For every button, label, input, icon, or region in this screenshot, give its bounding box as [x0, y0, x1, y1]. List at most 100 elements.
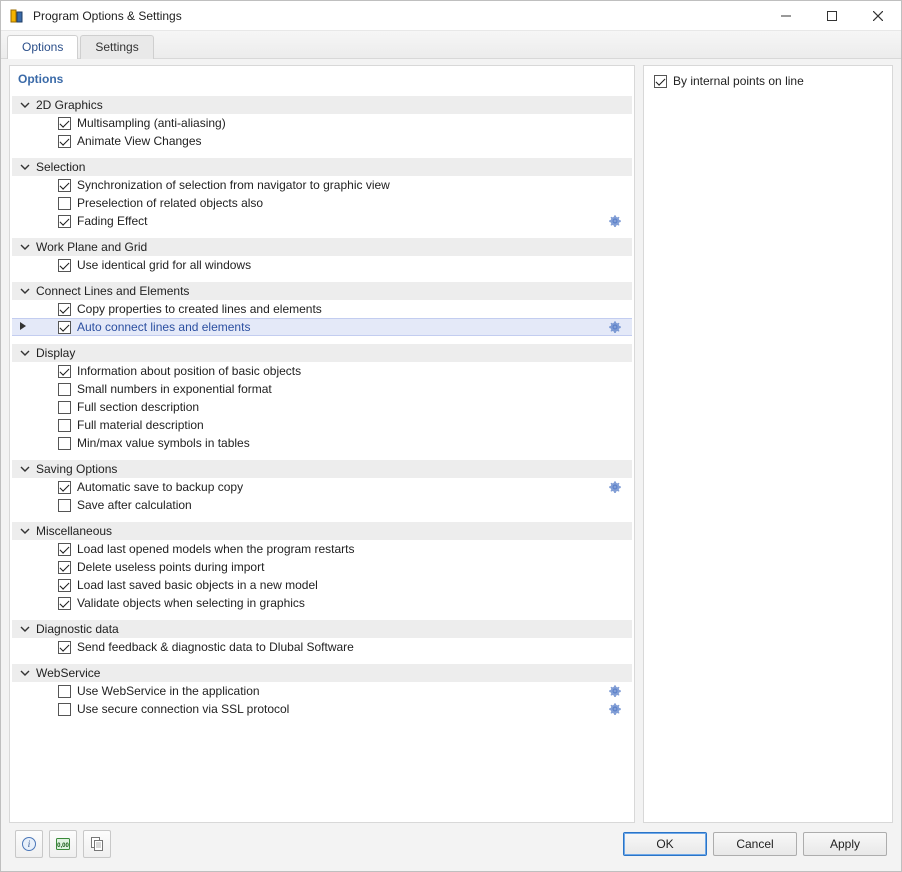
checkbox-auto-connect[interactable]: [58, 321, 71, 334]
by-internal-points-label: By internal points on line: [673, 74, 804, 88]
checkbox-multisampling[interactable]: [58, 117, 71, 130]
group-label: Saving Options: [36, 462, 117, 476]
group-label: Connect Lines and Elements: [36, 284, 189, 298]
chevron-down-icon: [18, 240, 32, 254]
option-row-full-section[interactable]: Full section description: [12, 398, 632, 416]
minimize-button[interactable]: [763, 1, 809, 31]
checkbox-send-feedback[interactable]: [58, 641, 71, 654]
gear-icon[interactable]: [608, 684, 622, 698]
option-row-validate-objects[interactable]: Validate objects when selecting in graph…: [12, 594, 632, 612]
option-label: Delete useless points during import: [77, 560, 628, 574]
option-row-use-ssl[interactable]: Use secure connection via SSL protocol: [12, 700, 632, 718]
bottom-bar: i 0,00 OK Cancel Apply: [9, 823, 893, 865]
checkbox-info-position[interactable]: [58, 365, 71, 378]
gear-icon[interactable]: [608, 320, 622, 334]
option-label: Full section description: [77, 400, 628, 414]
help-button[interactable]: i: [15, 830, 43, 858]
ok-button[interactable]: OK: [623, 832, 707, 856]
option-row-sync-selection[interactable]: Synchronization of selection from naviga…: [12, 176, 632, 194]
option-row-small-numbers[interactable]: Small numbers in exponential format: [12, 380, 632, 398]
checkbox-auto-backup[interactable]: [58, 481, 71, 494]
checkbox-minmax[interactable]: [58, 437, 71, 450]
checkbox-copy-props[interactable]: [58, 303, 71, 316]
group-label: Selection: [36, 160, 85, 174]
option-label: Automatic save to backup copy: [77, 480, 608, 494]
checkbox-identical-grid[interactable]: [58, 259, 71, 272]
option-label: Min/max value symbols in tables: [77, 436, 628, 450]
checkbox-delete-useless[interactable]: [58, 561, 71, 574]
chevron-down-icon: [18, 622, 32, 636]
checkbox-small-numbers[interactable]: [58, 383, 71, 396]
option-label: Full material description: [77, 418, 628, 432]
close-button[interactable]: [855, 1, 901, 31]
checkbox-load-last-models[interactable]: [58, 543, 71, 556]
dialog-window: Program Options & Settings Options Setti…: [0, 0, 902, 872]
by-internal-points-row[interactable]: By internal points on line: [654, 74, 882, 88]
gear-icon[interactable]: [608, 480, 622, 494]
option-label: Load last opened models when the program…: [77, 542, 628, 556]
option-row-load-last-models[interactable]: Load last opened models when the program…: [12, 540, 632, 558]
by-internal-points-checkbox[interactable]: [654, 75, 667, 88]
tab-options[interactable]: Options: [7, 35, 78, 59]
checkbox-use-ssl[interactable]: [58, 703, 71, 716]
chevron-down-icon: [18, 284, 32, 298]
checkbox-animate-view[interactable]: [58, 135, 71, 148]
units-button[interactable]: 0,00: [49, 830, 77, 858]
options-tree: 2D GraphicsMultisampling (anti-aliasing)…: [10, 88, 634, 822]
option-row-preselection[interactable]: Preselection of related objects also: [12, 194, 632, 212]
panels: Options 2D GraphicsMultisampling (anti-a…: [9, 65, 893, 823]
option-row-full-material[interactable]: Full material description: [12, 416, 632, 434]
current-row-arrow-icon: [18, 321, 30, 333]
group-header-selection[interactable]: Selection: [12, 158, 632, 176]
option-label: Preselection of related objects also: [77, 196, 628, 210]
checkbox-sync-selection[interactable]: [58, 179, 71, 192]
chevron-down-icon: [18, 462, 32, 476]
tab-settings[interactable]: Settings: [80, 35, 153, 59]
gear-icon[interactable]: [608, 214, 622, 228]
copy-button[interactable]: [83, 830, 111, 858]
apply-button[interactable]: Apply: [803, 832, 887, 856]
group-header-saving[interactable]: Saving Options: [12, 460, 632, 478]
checkbox-preselection[interactable]: [58, 197, 71, 210]
option-row-delete-useless[interactable]: Delete useless points during import: [12, 558, 632, 576]
option-row-save-after-calc[interactable]: Save after calculation: [12, 496, 632, 514]
group-header-connect[interactable]: Connect Lines and Elements: [12, 282, 632, 300]
group-header-diagnostic[interactable]: Diagnostic data: [12, 620, 632, 638]
group-header-work-plane[interactable]: Work Plane and Grid: [12, 238, 632, 256]
option-row-load-last-basic[interactable]: Load last saved basic objects in a new m…: [12, 576, 632, 594]
app-icon: [9, 8, 25, 24]
option-row-auto-connect[interactable]: Auto connect lines and elements: [12, 318, 632, 336]
group-header-display[interactable]: Display: [12, 344, 632, 362]
detail-panel: By internal points on line: [643, 65, 893, 823]
option-label: Save after calculation: [77, 498, 628, 512]
option-row-copy-props[interactable]: Copy properties to created lines and ele…: [12, 300, 632, 318]
checkbox-validate-objects[interactable]: [58, 597, 71, 610]
option-label: Use identical grid for all windows: [77, 258, 628, 272]
group-header-2d-graphics[interactable]: 2D Graphics: [12, 96, 632, 114]
option-row-use-webservice[interactable]: Use WebService in the application: [12, 682, 632, 700]
option-row-auto-backup[interactable]: Automatic save to backup copy: [12, 478, 632, 496]
option-label: Fading Effect: [77, 214, 608, 228]
checkbox-full-material[interactable]: [58, 419, 71, 432]
option-row-minmax[interactable]: Min/max value symbols in tables: [12, 434, 632, 452]
checkbox-load-last-basic[interactable]: [58, 579, 71, 592]
group-header-misc[interactable]: Miscellaneous: [12, 522, 632, 540]
option-label: Small numbers in exponential format: [77, 382, 628, 396]
option-row-info-position[interactable]: Information about position of basic obje…: [12, 362, 632, 380]
option-label: Auto connect lines and elements: [77, 320, 608, 334]
maximize-button[interactable]: [809, 1, 855, 31]
group-header-webservice[interactable]: WebService: [12, 664, 632, 682]
option-label: Synchronization of selection from naviga…: [77, 178, 628, 192]
option-row-fading-effect[interactable]: Fading Effect: [12, 212, 632, 230]
checkbox-use-webservice[interactable]: [58, 685, 71, 698]
checkbox-save-after-calc[interactable]: [58, 499, 71, 512]
option-label: Use secure connection via SSL protocol: [77, 702, 608, 716]
checkbox-fading-effect[interactable]: [58, 215, 71, 228]
option-row-animate-view[interactable]: Animate View Changes: [12, 132, 632, 150]
option-row-send-feedback[interactable]: Send feedback & diagnostic data to Dluba…: [12, 638, 632, 656]
option-row-identical-grid[interactable]: Use identical grid for all windows: [12, 256, 632, 274]
option-row-multisampling[interactable]: Multisampling (anti-aliasing): [12, 114, 632, 132]
cancel-button[interactable]: Cancel: [713, 832, 797, 856]
gear-icon[interactable]: [608, 702, 622, 716]
checkbox-full-section[interactable]: [58, 401, 71, 414]
